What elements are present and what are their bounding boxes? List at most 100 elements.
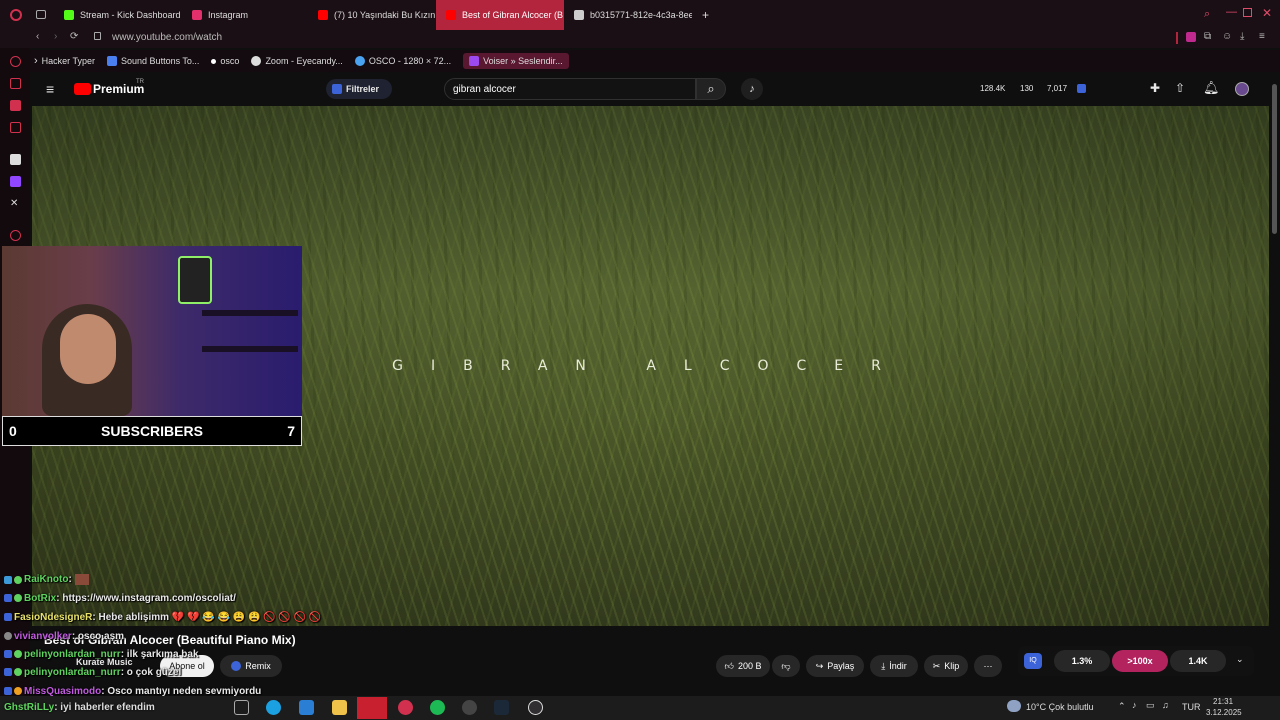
tab-list-icon[interactable] bbox=[36, 10, 46, 19]
subscribers-left-count: 0 bbox=[9, 423, 17, 439]
chatgpt-icon[interactable] bbox=[462, 700, 477, 715]
twitch-icon[interactable] bbox=[10, 176, 21, 187]
kick-sidebar-icon[interactable] bbox=[10, 154, 21, 165]
microphone-icon[interactable]: ♪ bbox=[741, 78, 763, 100]
instagram-icon bbox=[192, 10, 202, 20]
download-button[interactable]: ⤓ İndir bbox=[870, 655, 918, 677]
globe-icon bbox=[354, 56, 365, 66]
url-field[interactable]: www.youtube.com/watch bbox=[112, 32, 222, 43]
edge-icon[interactable] bbox=[266, 700, 281, 715]
search-input[interactable]: gibran alcocer bbox=[444, 78, 696, 100]
chevron-up-icon[interactable]: ⌃ bbox=[1118, 701, 1126, 712]
microphone-tray-icon[interactable]: ♪ bbox=[1132, 700, 1137, 710]
app-icon[interactable] bbox=[299, 700, 314, 715]
bookmark-sound-buttons[interactable]: Sound Buttons To... bbox=[107, 56, 199, 66]
browser-logo-icon[interactable] bbox=[10, 9, 22, 21]
profile-icon[interactable]: ☺ bbox=[1222, 31, 1232, 42]
tab-document[interactable]: b0315771-812e-4c3a-8ee bbox=[564, 0, 692, 30]
weather-text[interactable]: 10°C Çok bulutlu bbox=[1026, 702, 1094, 712]
chat-message: vivianvolker: osco aşm bbox=[4, 631, 124, 642]
forward-icon[interactable]: › bbox=[54, 31, 57, 42]
browser-tab-bar: Stream - Kick Dashboard Instagram (7) 10… bbox=[0, 0, 1280, 30]
account-avatar[interactable] bbox=[1235, 82, 1249, 96]
clock-time[interactable]: 21:31 bbox=[1213, 697, 1233, 706]
extension-icon[interactable] bbox=[1186, 32, 1196, 42]
new-tab-button[interactable]: + bbox=[692, 0, 716, 30]
hamburger-menu-icon[interactable]: ≡ bbox=[46, 81, 54, 97]
youtube-icon bbox=[318, 10, 328, 20]
bookmark-hacker-typer[interactable]: › Hacker Typer bbox=[34, 55, 95, 67]
clip-button[interactable]: ✂ Klip bbox=[924, 655, 968, 677]
like-button[interactable]: 👍︎ 200 B bbox=[716, 655, 770, 677]
share-button[interactable]: ↪ Paylaş bbox=[806, 655, 864, 677]
sidebar-icon-5[interactable] bbox=[10, 230, 21, 241]
region-label: TR bbox=[136, 79, 144, 85]
subscribers-label: SUBSCRIBERS bbox=[101, 423, 203, 439]
chat-message: pelinyonlardan_nurr: ilk şarkıma bak bbox=[4, 649, 199, 660]
notifications-bell-icon[interactable]: 🔔︎ bbox=[1203, 80, 1220, 96]
badge-icon bbox=[14, 668, 22, 677]
language-indicator[interactable]: TUR bbox=[1182, 702, 1201, 712]
tab-gibran-alcocer[interactable]: Best of Gibran Alcocer (B bbox=[436, 0, 564, 30]
task-view-icon[interactable] bbox=[234, 700, 249, 715]
bookmark-voiser[interactable]: Voiser » Seslendir... bbox=[463, 53, 569, 69]
sidebar-icon-2[interactable] bbox=[10, 78, 21, 89]
menu-icon[interactable]: ≡ bbox=[1259, 31, 1265, 42]
youtube-logo-icon[interactable] bbox=[74, 83, 91, 95]
sidebar-icon-3[interactable] bbox=[10, 100, 21, 111]
webcam-feed bbox=[2, 246, 302, 416]
tab-kick[interactable]: Stream - Kick Dashboard bbox=[54, 0, 182, 30]
shelf bbox=[202, 310, 298, 316]
close-window-button[interactable]: ✕ bbox=[1262, 6, 1272, 20]
maximize-button[interactable] bbox=[1243, 8, 1252, 17]
upload-icon[interactable]: ⇧ bbox=[1175, 81, 1185, 95]
spotify-icon[interactable] bbox=[430, 700, 445, 715]
emote-icon bbox=[74, 574, 89, 585]
sidebar-icon-4[interactable] bbox=[10, 122, 21, 133]
x-icon[interactable]: ✕ bbox=[10, 198, 21, 209]
iq-icon bbox=[231, 661, 242, 671]
steam-icon[interactable] bbox=[494, 700, 509, 715]
clock-date[interactable]: 3.12.2025 bbox=[1206, 708, 1242, 717]
waveform-icon bbox=[469, 56, 480, 66]
search-button[interactable]: ⌕ bbox=[696, 78, 726, 100]
active-app-icon[interactable] bbox=[357, 697, 387, 719]
reload-icon[interactable]: ⟳ bbox=[70, 31, 78, 42]
obs-icon[interactable] bbox=[528, 700, 543, 715]
bookmark-osco[interactable]: osco bbox=[211, 56, 239, 66]
badge-icon bbox=[14, 650, 22, 659]
back-icon[interactable]: ‹ bbox=[36, 31, 39, 42]
remix-button[interactable]: Remix bbox=[220, 655, 282, 677]
search-tabs-icon[interactable]: ⌕ bbox=[1204, 8, 1210, 21]
network-icon[interactable]: ▭ bbox=[1146, 700, 1155, 711]
lock-icon bbox=[94, 32, 101, 40]
minimize-button[interactable]: — bbox=[1226, 6, 1237, 18]
extension-icons[interactable] bbox=[1176, 32, 1178, 44]
address-bar-row: ‹ › ⟳ www.youtube.com/watch ⧉ ☺ ⤓ ≡ bbox=[0, 30, 1280, 48]
more-actions-button[interactable]: ⋯ bbox=[974, 655, 1002, 677]
more-icon: ⋯ bbox=[983, 660, 993, 671]
filters-button[interactable]: Filtreler bbox=[326, 79, 392, 99]
badge-icon bbox=[4, 575, 12, 584]
shelf bbox=[202, 346, 298, 352]
bookmark-zoom[interactable]: Zoom - Eyecandy... bbox=[251, 56, 343, 66]
file-explorer-icon[interactable] bbox=[332, 700, 347, 715]
tab-youtube-video[interactable]: (7) 10 Yaşındaki Bu Kızın bbox=[308, 0, 436, 30]
bookmark-osco-image[interactable]: OSCO - 1280 × 72... bbox=[354, 56, 451, 66]
volume-icon[interactable]: ♫ bbox=[1162, 700, 1169, 710]
iq-badge-icon[interactable]: IQ bbox=[1024, 653, 1042, 669]
badge-icon bbox=[14, 687, 22, 696]
sidebar-icon-1[interactable] bbox=[10, 56, 21, 67]
chevron-down-icon[interactable]: ⌄ bbox=[1236, 654, 1244, 665]
scrollbar[interactable] bbox=[1272, 84, 1277, 234]
puzzle-icon[interactable]: ⧉ bbox=[1204, 31, 1211, 42]
windows-taskbar: GhstRiLLy: iyi haberler efendim 10°C Çok… bbox=[0, 696, 1280, 720]
download-icon[interactable]: ⤓ bbox=[1240, 31, 1244, 42]
create-icon[interactable]: ✚ bbox=[1150, 81, 1160, 95]
iq-extension-icon[interactable] bbox=[1077, 84, 1086, 93]
chat-message: pelinyonlardan_nurr: o çok güzel bbox=[4, 667, 181, 678]
moon-icon bbox=[251, 56, 262, 66]
tab-instagram[interactable]: Instagram bbox=[182, 0, 308, 30]
dislike-button[interactable]: 👎︎ bbox=[772, 655, 800, 677]
opera-icon[interactable] bbox=[398, 700, 413, 715]
